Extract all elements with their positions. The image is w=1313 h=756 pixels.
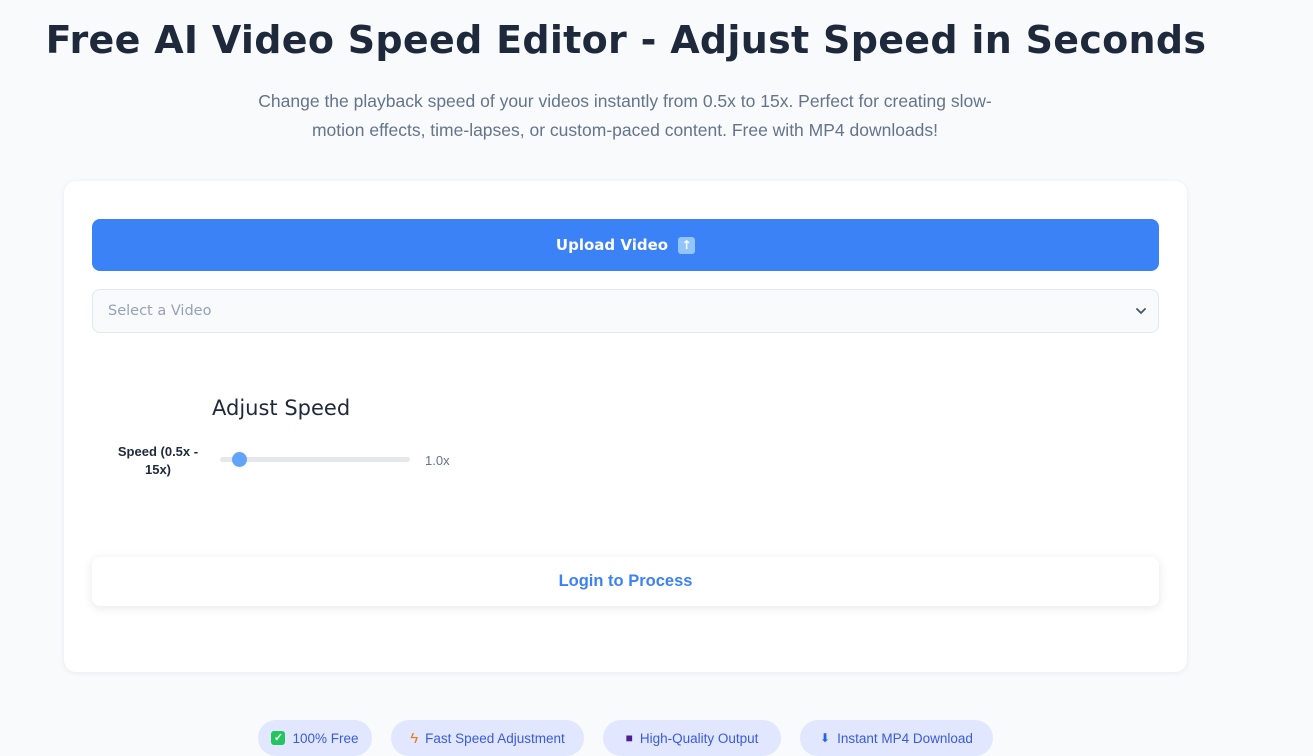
page-title: Free AI Video Speed Editor - Adjust Spee…	[45, 18, 1207, 62]
up-arrow-icon: ↑	[678, 236, 696, 254]
login-to-process-button[interactable]: Login to Process	[92, 557, 1159, 606]
check-mark-icon: ✓	[271, 731, 286, 745]
page-subtitle: Change the playback speed of your videos…	[258, 91, 992, 140]
lightning-icon: ϟ	[410, 729, 419, 747]
upload-video-label: Upload Video	[555, 236, 669, 254]
download-icon: ⬇	[820, 731, 831, 745]
video-select[interactable]: Select a Video	[92, 289, 1159, 333]
speed-slider-track	[220, 457, 410, 462]
editor-card: Upload Video ↑ Select a Video Adjust Spe…	[64, 181, 1187, 672]
video-select-placeholder: Select a Video	[108, 303, 212, 319]
feature-label: Instant MP4 Download	[837, 730, 973, 746]
feature-badge-free: ✓ 100% Free	[258, 720, 372, 756]
speed-value: 1.0x	[425, 453, 450, 468]
video-camera-icon: ■	[625, 731, 633, 745]
feature-label: 100% Free	[292, 730, 359, 746]
feature-badge-fast: ϟ Fast Speed Adjustment	[391, 720, 584, 756]
speed-slider[interactable]	[220, 449, 410, 469]
feature-badge-quality: ■ High-Quality Output	[603, 720, 781, 756]
upload-video-button[interactable]: Upload Video ↑	[92, 219, 1159, 271]
feature-label: Fast Speed Adjustment	[425, 730, 565, 746]
chevron-down-icon	[1136, 308, 1146, 314]
feature-badge-download: ⬇ Instant MP4 Download	[800, 720, 993, 756]
speed-label: Speed (0.5x - 15x)	[117, 444, 199, 477]
page: Free AI Video Speed Editor - Adjust Spee…	[0, 0, 1313, 756]
feature-label: High-Quality Output	[639, 730, 759, 746]
adjust-speed-heading: Adjust Speed	[212, 396, 351, 420]
speed-slider-thumb[interactable]	[232, 452, 248, 467]
